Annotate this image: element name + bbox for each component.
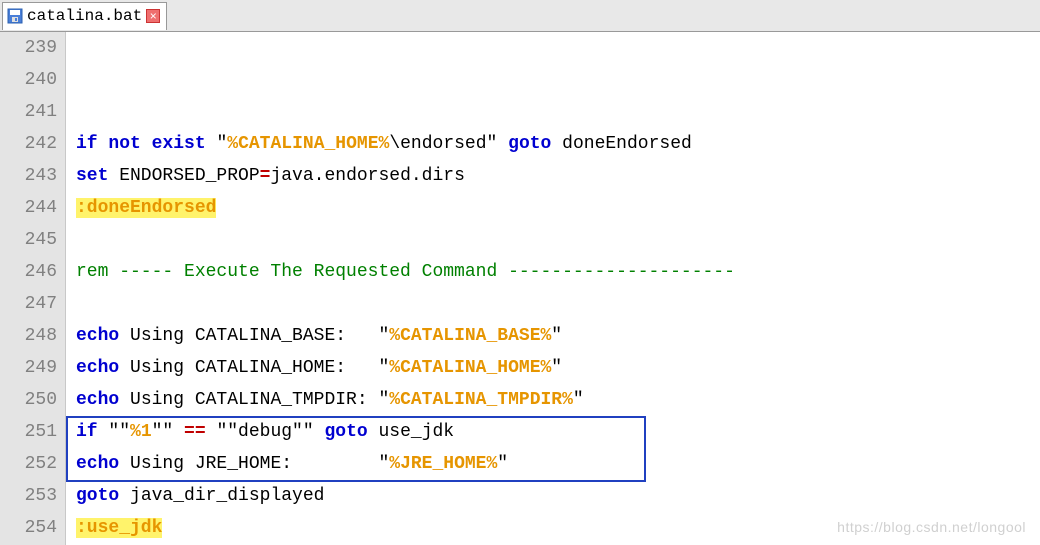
line-number: 240 (0, 64, 57, 96)
code-token: " (216, 134, 227, 154)
line-number: 249 (0, 352, 57, 384)
line-number: 241 (0, 96, 57, 128)
code-line[interactable] (76, 224, 1040, 256)
file-tab[interactable]: catalina.bat × (2, 2, 167, 30)
code-token: :doneEndorsed (76, 198, 216, 218)
code-token: goto (76, 486, 119, 506)
code-token: goto (508, 134, 551, 154)
line-number: 239 (0, 32, 57, 64)
code-token: doneEndorsed (551, 134, 691, 154)
code-token: if (76, 422, 98, 442)
code-token: java.endorsed.dirs (270, 166, 464, 186)
code-token: ENDORSED_PROP (108, 166, 259, 186)
line-number: 243 (0, 160, 57, 192)
code-token: \endorsed" (389, 134, 497, 154)
code-line[interactable] (76, 288, 1040, 320)
line-number: 250 (0, 384, 57, 416)
code-token: "" (152, 422, 184, 442)
close-icon[interactable]: × (146, 9, 160, 23)
code-token: echo (76, 390, 119, 410)
code-token: %JRE_HOME% (389, 454, 497, 474)
save-icon (7, 8, 23, 24)
line-number: 247 (0, 288, 57, 320)
code-token (76, 230, 87, 250)
code-token: ""debug"" (206, 422, 325, 442)
code-token: java_dir_displayed (119, 486, 324, 506)
code-token: :use_jdk (76, 518, 162, 538)
code-area[interactable]: if not exist "%CATALINA_HOME%\endorsed" … (66, 32, 1040, 545)
code-token: %CATALINA_HOME% (389, 358, 551, 378)
code-token: " (573, 390, 584, 410)
code-line[interactable]: echo Using CATALINA_TMPDIR: "%CATALINA_T… (76, 384, 1040, 416)
line-number: 253 (0, 480, 57, 512)
code-token: " (551, 358, 562, 378)
code-token: " (497, 454, 508, 474)
code-token: == (184, 422, 206, 442)
code-line[interactable]: echo Using CATALINA_HOME: "%CATALINA_HOM… (76, 352, 1040, 384)
code-token (206, 134, 217, 154)
code-line[interactable]: echo Using CATALINA_BASE: "%CATALINA_BAS… (76, 320, 1040, 352)
tab-filename: catalina.bat (27, 7, 142, 25)
code-token: %CATALINA_HOME% (227, 134, 389, 154)
code-token: Using CATALINA_TMPDIR: " (119, 390, 389, 410)
code-token: Using CATALINA_BASE: " (119, 326, 389, 346)
code-line[interactable]: if ""%1"" == ""debug"" goto use_jdk (76, 416, 1040, 448)
code-token: use_jdk (368, 422, 454, 442)
code-token: %1 (130, 422, 152, 442)
code-token: Using JRE_HOME: " (119, 454, 389, 474)
code-token: echo (76, 326, 119, 346)
code-token: "" (98, 422, 130, 442)
code-token: " (551, 326, 562, 346)
code-token: exist (152, 134, 206, 154)
code-token: set (76, 166, 108, 186)
line-number: 242 (0, 128, 57, 160)
code-editor[interactable]: 2392402412422432442452462472482492502512… (0, 32, 1040, 545)
code-line[interactable]: :doneEndorsed (76, 192, 1040, 224)
code-line[interactable]: echo Using JRE_HOME: "%JRE_HOME%" (76, 448, 1040, 480)
code-token: goto (324, 422, 367, 442)
code-token (98, 134, 109, 154)
code-token: = (260, 166, 271, 186)
line-number: 252 (0, 448, 57, 480)
code-token: Using CATALINA_HOME: " (119, 358, 389, 378)
code-token: if (76, 134, 98, 154)
watermark: https://blog.csdn.net/longool (837, 519, 1026, 535)
code-token: %CATALINA_TMPDIR% (389, 390, 573, 410)
code-token: echo (76, 454, 119, 474)
code-line[interactable]: set ENDORSED_PROP=java.endorsed.dirs (76, 160, 1040, 192)
line-number: 245 (0, 224, 57, 256)
code-line[interactable]: if not exist "%CATALINA_HOME%\endorsed" … (76, 128, 1040, 160)
code-line[interactable]: rem ----- Execute The Requested Command … (76, 256, 1040, 288)
line-number: 251 (0, 416, 57, 448)
code-line[interactable]: goto java_dir_displayed (76, 480, 1040, 512)
line-number-gutter: 2392402412422432442452462472482492502512… (0, 32, 66, 545)
line-number: 254 (0, 512, 57, 544)
code-token (497, 134, 508, 154)
code-token (141, 134, 152, 154)
line-number: 246 (0, 256, 57, 288)
tab-bar: catalina.bat × (0, 0, 1040, 32)
code-token: echo (76, 358, 119, 378)
line-number: 248 (0, 320, 57, 352)
code-token: not (108, 134, 140, 154)
line-number: 244 (0, 192, 57, 224)
code-token: %CATALINA_BASE% (389, 326, 551, 346)
code-token (76, 294, 87, 314)
code-token: rem ----- Execute The Requested Command … (76, 262, 735, 282)
